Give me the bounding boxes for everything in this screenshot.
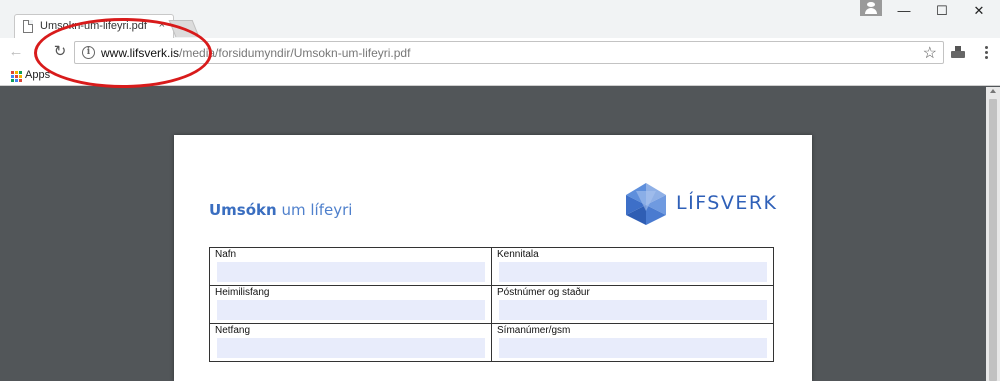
lifsverk-logo: LÍFSVERK <box>620 181 790 227</box>
name-field[interactable] <box>217 262 485 282</box>
close-window-button[interactable]: ✕ <box>962 0 996 22</box>
url-text[interactable]: www.lifsverk.is/media/forsidumyndir/Umso… <box>101 46 410 60</box>
reload-icon[interactable]: ↻ <box>50 42 70 62</box>
title-bold: Umsókn <box>209 201 277 219</box>
pdf-page: Umsókn um lífeyri LÍFSVERK Nafn Kennital… <box>174 135 812 381</box>
back-icon[interactable]: ← <box>6 42 26 62</box>
form-cell-postcode: Póstnúmer og staður <box>492 286 774 324</box>
scrollbar[interactable] <box>986 87 1000 381</box>
email-field[interactable] <box>217 338 485 358</box>
apps-icon[interactable] <box>11 71 22 82</box>
name-label: Nafn <box>215 249 237 260</box>
document-icon <box>23 20 33 33</box>
star-icon[interactable]: ☆ <box>923 43 937 63</box>
apps-bookmark[interactable]: Apps <box>25 69 50 81</box>
form-cell-phone: Símanúmer/gsm <box>492 324 774 362</box>
logo-mark-icon <box>626 183 666 225</box>
phone-field[interactable] <box>499 338 767 358</box>
tab-title: Umsokn-um-lifeyri.pdf <box>40 20 147 32</box>
form-cell-name: Nafn <box>210 248 492 286</box>
profile-icon[interactable] <box>860 0 882 16</box>
maximize-button[interactable]: ☐ <box>925 0 959 22</box>
forward-icon[interactable] <box>31 42 51 62</box>
id-number-field[interactable] <box>499 262 767 282</box>
info-icon[interactable]: i <box>82 46 95 59</box>
extension-icon[interactable] <box>950 46 966 60</box>
title-light: um lífeyri <box>281 201 353 219</box>
url-path: /media/forsidumyndir/Umsokn-um-lifeyri.p… <box>179 46 411 60</box>
email-label: Netfang <box>215 325 251 336</box>
address-bar[interactable]: i www.lifsverk.is/media/forsidumyndir/Um… <box>74 41 944 64</box>
postcode-field[interactable] <box>499 300 767 320</box>
tab-close-icon[interactable]: × <box>159 19 165 31</box>
scroll-up-icon[interactable] <box>990 89 996 93</box>
address-field[interactable] <box>217 300 485 320</box>
bookmarks-bar: Apps <box>0 66 1000 86</box>
browser-toolbar: ← ↻ i www.lifsverk.is/media/forsidumyndi… <box>0 38 1000 66</box>
browser-tab[interactable]: Umsokn-um-lifeyri.pdf × <box>14 14 174 38</box>
minimize-button[interactable]: — <box>887 0 921 22</box>
applicant-form: Nafn Kennitala Heimilisfang Póstnúmer og… <box>209 247 774 362</box>
browser-titlebar: Umsokn-um-lifeyri.pdf × — ☐ ✕ <box>0 0 1000 38</box>
form-cell-address: Heimilisfang <box>210 286 492 324</box>
logo-text: LÍFSVERK <box>676 192 778 214</box>
postcode-label: Póstnúmer og staður <box>497 287 590 298</box>
menu-icon[interactable] <box>978 44 994 62</box>
address-label: Heimilisfang <box>215 287 270 298</box>
document-title: Umsókn um lífeyri <box>209 201 352 219</box>
phone-label: Símanúmer/gsm <box>497 325 571 336</box>
form-cell-email: Netfang <box>210 324 492 362</box>
url-host: www.lifsverk.is <box>101 46 180 60</box>
form-cell-id: Kennitala <box>492 248 774 286</box>
scrollbar-thumb[interactable] <box>989 99 997 381</box>
id-number-label: Kennitala <box>497 249 539 260</box>
